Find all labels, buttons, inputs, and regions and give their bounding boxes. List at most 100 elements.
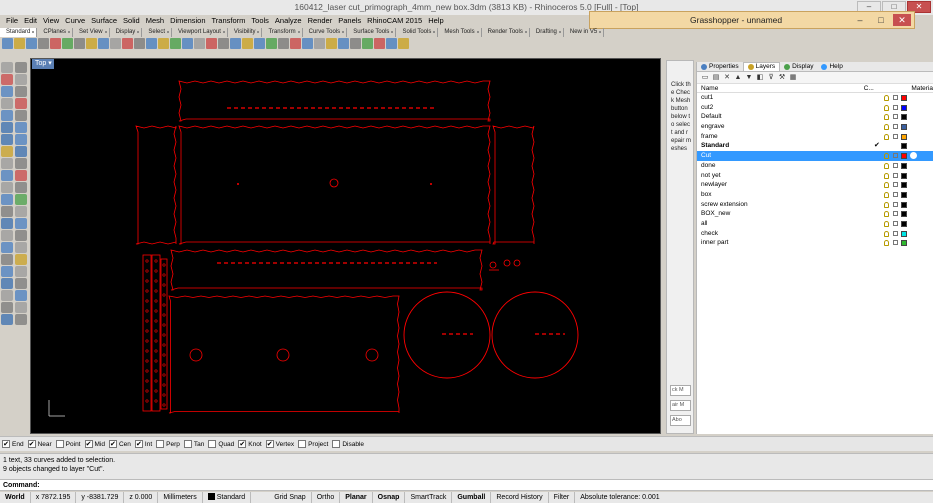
bottom-panel-hole[interactable] xyxy=(189,348,203,362)
tool-icon[interactable] xyxy=(15,302,27,313)
strip-hole[interactable] xyxy=(162,313,166,317)
box-right-side-panel[interactable] xyxy=(492,125,535,245)
lock-icon[interactable] xyxy=(893,172,898,178)
strip-hole[interactable] xyxy=(145,339,149,343)
toolbar-tool-icon[interactable] xyxy=(146,38,157,49)
strip-hole[interactable] xyxy=(145,319,149,323)
grasshopper-window[interactable]: Grasshopper - unnamed – □ ✕ xyxy=(589,11,915,29)
name-column[interactable]: Name xyxy=(697,84,864,92)
menu-item-file[interactable]: File xyxy=(3,15,21,27)
repair-mesh-field[interactable]: air M xyxy=(670,400,691,411)
layer-row[interactable]: engrave xyxy=(697,122,933,132)
menu-item-rhinocam-2015[interactable]: RhinoCAM 2015 xyxy=(364,15,425,27)
strip-hole[interactable] xyxy=(162,263,166,267)
tool-icon[interactable] xyxy=(15,182,27,193)
tool-icon[interactable] xyxy=(1,266,13,277)
panel-tab-properties[interactable]: Properties xyxy=(697,62,743,71)
toolbar-tool-icon[interactable] xyxy=(122,38,133,49)
tool-icon[interactable] xyxy=(15,86,27,97)
osnap-int[interactable]: ✔ Int xyxy=(134,440,152,448)
layer-row[interactable]: newlayer xyxy=(697,180,933,190)
tool-icon[interactable] xyxy=(15,146,27,157)
tool-icon[interactable] xyxy=(15,314,27,325)
lock-icon[interactable] xyxy=(893,124,898,130)
layer-row[interactable]: frame xyxy=(697,132,933,142)
osnap-tan[interactable]: Tan xyxy=(183,440,204,448)
osnap-disable[interactable]: Disable xyxy=(332,440,364,448)
box-bottom-panel[interactable] xyxy=(168,295,400,414)
strip-hole[interactable] xyxy=(145,289,149,293)
osnap-mid[interactable]: ✔ Mid xyxy=(84,440,105,448)
osnap-near[interactable]: ✔ Near xyxy=(27,440,52,448)
toolbar-tool-icon[interactable] xyxy=(26,38,37,49)
osnap-vertex[interactable]: ✔ Vertex xyxy=(265,440,294,448)
lock-icon[interactable] xyxy=(893,201,898,207)
front-panel-dot[interactable] xyxy=(430,183,432,185)
tool-icon[interactable] xyxy=(1,170,13,181)
menu-item-panels[interactable]: Panels xyxy=(335,15,364,27)
visibility-bulb-icon[interactable] xyxy=(884,153,889,160)
menu-item-dimension[interactable]: Dimension xyxy=(167,15,208,27)
layer-row[interactable]: not yet xyxy=(697,171,933,181)
layer-color-swatch[interactable] xyxy=(901,143,907,150)
tool-icon[interactable] xyxy=(1,242,13,253)
strip-hole[interactable] xyxy=(145,399,149,403)
toolbar-tool-icon[interactable] xyxy=(62,38,73,49)
cplane-status[interactable]: World xyxy=(0,492,31,503)
grid-snap-toggle[interactable]: Grid Snap xyxy=(269,492,312,503)
tool-icon[interactable] xyxy=(1,290,13,301)
command-input[interactable]: Command: xyxy=(0,479,933,491)
osnap-checkbox[interactable]: ✔ xyxy=(27,440,36,448)
tab-render-tools[interactable]: Render Tools xyxy=(482,28,530,37)
lock-icon[interactable] xyxy=(893,191,898,197)
menu-item-help[interactable]: Help xyxy=(425,15,446,27)
toolbar-tool-icon[interactable] xyxy=(338,38,349,49)
tool-icon[interactable] xyxy=(15,134,27,145)
front-panel-dot[interactable] xyxy=(237,183,239,185)
lock-icon[interactable] xyxy=(893,211,898,217)
lock-icon[interactable] xyxy=(893,95,898,100)
toolbar-tool-icon[interactable] xyxy=(350,38,361,49)
strip-hole[interactable] xyxy=(162,293,166,297)
tool-icon[interactable] xyxy=(15,218,27,229)
top-viewport[interactable] xyxy=(30,58,661,434)
layer-row[interactable]: Standard ✔ xyxy=(697,141,933,151)
toolbar-tool-icon[interactable] xyxy=(254,38,265,49)
tab-select[interactable]: Select xyxy=(142,28,172,37)
tool-icon[interactable] xyxy=(1,278,13,289)
osnap-checkbox[interactable]: ✔ xyxy=(238,440,247,448)
osnap-checkbox[interactable] xyxy=(298,440,307,448)
layer-color-swatch[interactable] xyxy=(901,153,907,160)
lock-icon[interactable] xyxy=(893,114,898,120)
move-down-icon[interactable]: ▼ xyxy=(745,74,753,82)
strip-hole[interactable] xyxy=(162,403,166,407)
strip-hole[interactable] xyxy=(162,303,166,307)
box-top-panel[interactable] xyxy=(178,80,491,122)
toolbar-tool-icon[interactable] xyxy=(398,38,409,49)
tab-drafting[interactable]: Drafting xyxy=(530,28,564,37)
visibility-bulb-icon[interactable] xyxy=(884,162,889,169)
about-field[interactable]: Abo xyxy=(670,415,691,426)
tool-icon[interactable] xyxy=(15,254,27,265)
tool-icon[interactable] xyxy=(15,206,27,217)
tool-icon[interactable] xyxy=(1,314,13,325)
new-sublayer-icon[interactable]: ▤ xyxy=(712,74,720,82)
lock-icon[interactable] xyxy=(893,182,898,188)
tool-icon[interactable] xyxy=(1,146,13,157)
toolbar-tool-icon[interactable] xyxy=(326,38,337,49)
tool-icon[interactable] xyxy=(1,86,13,97)
osnap-checkbox[interactable]: ✔ xyxy=(134,440,143,448)
strip-hole[interactable] xyxy=(154,269,158,273)
visibility-bulb-icon[interactable] xyxy=(884,220,889,227)
visibility-bulb-icon[interactable] xyxy=(884,201,889,208)
visibility-bulb-icon[interactable] xyxy=(884,240,889,247)
toolbar-tool-icon[interactable] xyxy=(134,38,145,49)
strip-hole[interactable] xyxy=(154,259,158,263)
tool-icon[interactable] xyxy=(15,266,27,277)
strip-hole[interactable] xyxy=(145,279,149,283)
strip-hole[interactable] xyxy=(145,259,149,263)
strip-hole[interactable] xyxy=(162,363,166,367)
osnap-checkbox[interactable] xyxy=(156,440,165,448)
tab-curve-tools[interactable]: Curve Tools xyxy=(303,28,348,37)
tools-icon[interactable]: ⚒ xyxy=(778,74,786,82)
